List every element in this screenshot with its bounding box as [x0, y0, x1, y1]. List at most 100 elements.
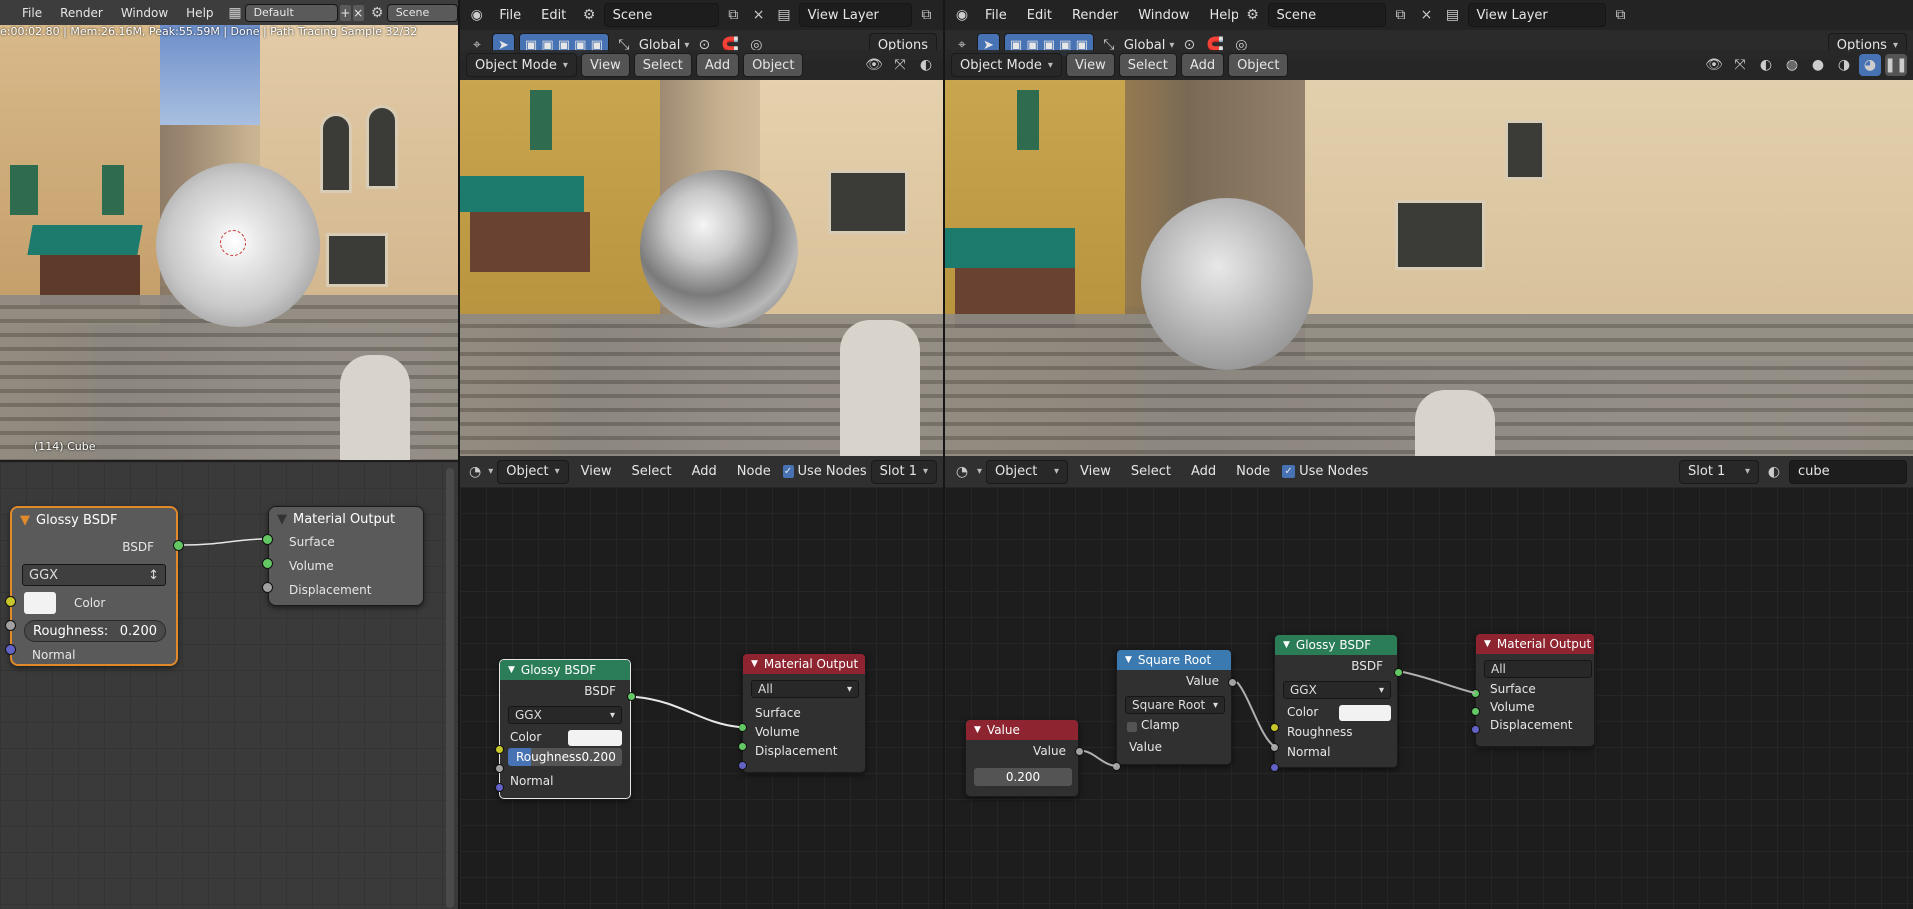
node-header[interactable]: ▼ Material Output — [1476, 634, 1594, 654]
volume-in-socket[interactable] — [262, 558, 273, 569]
roughness-field[interactable]: Roughness: 0.200 — [24, 620, 166, 642]
node-header[interactable]: ▼ Glossy BSDF — [12, 508, 176, 532]
value-node[interactable]: ▼ Value Value 0.200 — [965, 719, 1079, 797]
node-header[interactable]: ▼ Material Output — [743, 654, 865, 674]
shading-material-icon[interactable]: ◑ — [1833, 54, 1855, 76]
node-header[interactable]: ▼ Glossy BSDF — [1275, 635, 1397, 655]
layout-field[interactable]: Default — [244, 3, 338, 22]
scene-icon[interactable]: ⚙ — [1242, 4, 1264, 26]
roughness-field[interactable]: Roughness 0.200 — [508, 748, 622, 766]
node-header[interactable]: ▼ Square Root — [1117, 650, 1231, 670]
scene-field[interactable]: Scene — [386, 3, 458, 22]
view-layer-icon[interactable]: ▤ — [773, 4, 794, 26]
surface-in-socket[interactable] — [1471, 689, 1480, 698]
scene-field[interactable]: Scene — [603, 3, 719, 27]
material-icon[interactable]: ◐ — [1763, 461, 1785, 483]
bsdf-out-socket[interactable] — [1394, 668, 1403, 677]
glossy-bsdf-node[interactable]: ▼ Glossy BSDF BSDF GGX ↕ Color Roughness:… — [10, 506, 178, 666]
glossy-bsdf-node[interactable]: ▼ Glossy BSDF BSDF GGX ▾ Color Roughness N… — [1274, 634, 1398, 768]
new-scene-icon[interactable]: ⧉ — [723, 4, 744, 26]
normal-in-socket[interactable] — [495, 783, 504, 792]
menu-file[interactable]: File — [491, 6, 529, 25]
vp-menu-view[interactable]: View — [580, 53, 630, 77]
volume-in-socket[interactable] — [738, 742, 747, 751]
left-node-editor[interactable]: ▼ Glossy BSDF BSDF GGX ↕ Color Roughness:… — [0, 462, 458, 909]
view-layer-icon[interactable]: ▤ — [1442, 4, 1464, 26]
distribution-dropdown[interactable]: GGX ▾ — [508, 706, 622, 724]
new-layer-icon[interactable]: ⧉ — [1610, 4, 1632, 26]
collapse-icon[interactable]: ▼ — [277, 512, 287, 527]
blender-logo-icon[interactable]: ◉ — [951, 4, 973, 26]
collapse-icon[interactable]: ▼ — [508, 665, 515, 675]
operation-dropdown[interactable]: Square Root ▾ — [1125, 696, 1225, 714]
slot-dropdown[interactable]: Slot 1 ▾ — [1679, 459, 1759, 484]
color-in-socket[interactable] — [5, 596, 16, 607]
scene-field[interactable]: Scene — [1267, 3, 1386, 27]
node-header[interactable]: ▼ Material Output — [269, 507, 423, 531]
view-layer-field[interactable]: View Layer — [1467, 3, 1606, 27]
mode-dropdown[interactable]: Object Mode ▾ — [466, 53, 577, 77]
material-output-node[interactable]: ▼ Material Output All Surface Volume Disp… — [1475, 633, 1595, 747]
menu-render[interactable]: Render — [52, 4, 111, 22]
target-dropdown[interactable]: All — [1484, 660, 1592, 678]
color-swatch[interactable] — [24, 592, 56, 614]
material-output-node[interactable]: ▼ Material Output All ▾ Surface Volume Dis… — [742, 653, 866, 773]
eye-icon[interactable]: 👁 — [863, 54, 885, 76]
checkbox-icon[interactable]: ✓ — [782, 465, 794, 478]
menu-edit[interactable]: Edit — [533, 6, 574, 25]
rough-sphere[interactable] — [1141, 198, 1313, 370]
normal-in-socket[interactable] — [5, 644, 16, 655]
ne-menu-add[interactable]: Add — [1183, 462, 1224, 481]
roughness-in-socket[interactable] — [5, 620, 16, 631]
middle-viewport[interactable] — [460, 80, 943, 458]
eye-icon[interactable]: 👁 — [1703, 54, 1725, 76]
color-swatch[interactable] — [568, 730, 622, 746]
color-in-socket[interactable] — [1270, 723, 1279, 732]
collapse-icon[interactable]: ▼ — [751, 659, 758, 669]
glossy-bsdf-node[interactable]: ▼ Glossy BSDF BSDF GGX ▾ Color Roughness 0.… — [499, 659, 631, 799]
displacement-in-socket[interactable] — [262, 582, 273, 593]
menu-render[interactable]: Render — [1064, 6, 1126, 25]
right-node-editor[interactable]: ▼ Value Value 0.200 ▼ Square Root Value Sq… — [945, 487, 1913, 909]
square-root-node[interactable]: ▼ Square Root Value Square Root ▾ Clamp Va… — [1116, 649, 1232, 765]
editor-scrollbar[interactable] — [446, 468, 454, 908]
vp-menu-add[interactable]: Add — [1180, 53, 1225, 77]
scene-icon[interactable]: ⚙ — [370, 2, 385, 24]
right-viewport[interactable] — [945, 80, 1913, 458]
editor-type-icon[interactable]: ◔ — [466, 461, 484, 483]
ne-menu-view[interactable]: View — [1072, 462, 1119, 481]
chrome-sphere[interactable] — [640, 170, 798, 328]
menu-window[interactable]: Window — [1130, 6, 1197, 25]
blender-logo-icon[interactable]: ◉ — [466, 4, 487, 26]
color-swatch[interactable] — [1339, 705, 1391, 721]
vp-menu-view[interactable]: View — [1065, 53, 1115, 77]
menu-help[interactable]: Help — [178, 4, 221, 22]
normal-in-socket[interactable] — [1270, 763, 1279, 772]
ne-menu-node[interactable]: Node — [729, 462, 779, 481]
chevron-down-icon[interactable]: ▾ — [684, 40, 689, 51]
shader-type-dropdown[interactable]: Object ▾ — [497, 459, 569, 484]
close-scene-icon[interactable]: × — [1416, 4, 1438, 26]
vp-menu-select[interactable]: Select — [633, 53, 692, 77]
vp-menu-object[interactable]: Object — [1228, 53, 1289, 77]
sqrt-out-socket[interactable] — [1228, 678, 1237, 687]
menu-file[interactable]: File — [977, 6, 1015, 25]
menu-window[interactable]: Window — [113, 4, 176, 22]
gizmo-icon[interactable]: ⤧ — [1729, 54, 1751, 76]
distribution-dropdown[interactable]: GGX ▾ — [1283, 681, 1391, 699]
surface-in-socket[interactable] — [738, 723, 747, 732]
pause-icon[interactable]: ❚❚ — [1884, 54, 1908, 76]
new-layer-icon[interactable]: ⧉ — [916, 4, 937, 26]
view-layer-field[interactable]: View Layer — [798, 3, 912, 27]
ne-menu-view[interactable]: View — [573, 462, 620, 481]
shading-solid-icon[interactable]: ● — [1807, 54, 1829, 76]
material-field[interactable]: cube — [1789, 459, 1907, 484]
collapse-icon[interactable]: ▼ — [1484, 639, 1491, 649]
menu-help[interactable]: Help — [1202, 6, 1238, 25]
sqrt-in-socket[interactable] — [1112, 762, 1121, 771]
menu-edit[interactable]: Edit — [1019, 6, 1060, 25]
shading-render-icon[interactable]: ◕ — [1859, 54, 1881, 76]
roughness-in-socket[interactable] — [495, 764, 504, 773]
ne-menu-add[interactable]: Add — [684, 462, 725, 481]
clamp-checkbox[interactable] — [1127, 722, 1137, 732]
